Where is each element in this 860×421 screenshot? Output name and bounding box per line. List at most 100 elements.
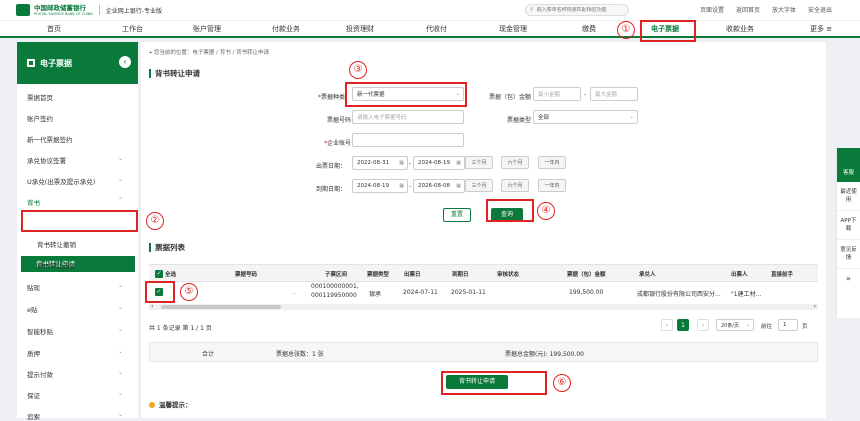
sidebar-item-acceptance-agreement[interactable]: 承兑协议签署 ⌄ [27,155,131,165]
chevron-down-icon: ⌄ [117,390,123,397]
feedback[interactable]: 意见反馈 [837,240,860,269]
issue-6-months[interactable]: 六个月 [501,156,529,169]
issue-1-year[interactable]: 一年内 [538,156,566,169]
col-amount: 票据（包）金额 [567,272,606,278]
col-issue-date: 出票日 [404,272,421,278]
sidebar-item-payment-prompt[interactable]: 提示付款 ⌄ [27,369,131,379]
annotation-box-endorse-apply [21,210,138,232]
prev-page-icon[interactable]: ‹ [661,319,673,331]
recent-used[interactable]: 最近使用 [837,182,860,211]
home-link[interactable]: 返回首页 [736,5,760,14]
sidebar-item-discount[interactable]: 贴现 ⌄ [27,282,131,292]
page-unit: 页 [802,324,808,330]
chevron-down-icon: ⌄ [117,326,123,333]
table-header: ✓ 全选 票据号码 子票区间 票据类型 出票日 到期日 审核状态 票据（包）金额… [149,264,818,282]
nav-collection[interactable]: 代收付 [426,24,447,34]
bank-logo-icon [16,4,30,16]
scroll-left-icon[interactable]: ‹ [151,303,153,310]
nav-workbench[interactable]: 工作台 [122,24,143,34]
calendar-icon: ▦ [399,183,404,189]
scroll-thumb[interactable] [161,305,281,309]
sidebar-item-endorse-cancel[interactable]: 背书转让撤销 [37,239,76,249]
col-bill-no: 票据号码 [235,272,258,278]
chevron-down-icon: ⌄ [745,322,750,328]
chevron-down-icon: ⌄ [117,369,123,376]
row-drawer: "1建工材... [731,291,762,298]
horizontal-scrollbar[interactable]: ‹ › [149,303,818,310]
bill-kind-select[interactable]: 全部 ⌄ [533,110,638,124]
customer-service[interactable]: 客服 [837,148,860,182]
due-date-to[interactable]: 2026-08-08 ▦ [413,179,465,193]
due-6-months[interactable]: 六个月 [501,179,529,192]
due-1-year[interactable]: 一年内 [538,179,566,192]
scroll-right-icon[interactable]: › [814,303,816,310]
nav-home[interactable]: 首页 [47,24,61,34]
page-settings-link[interactable]: 页面设置 [700,5,724,14]
col-prior-endorser: 直接前手 [771,272,794,278]
sidebar-item-guarantee[interactable]: 保证 ⌄ [27,390,131,400]
sidebar-item-smart-discount[interactable]: 智能秒贴 ⌄ [27,326,131,336]
due-3-months[interactable]: 三个月 [465,179,493,192]
chevron-down-icon: ⌄ [117,176,123,183]
sidebar-item-endorse[interactable]: 背书 ⌃ [27,197,131,207]
due-date-from[interactable]: 2024-08-19 ▦ [352,179,408,193]
sidebar-item-endorse-sign[interactable]: 背书转让签收 [37,260,76,270]
col-select-all: 全选 [165,272,177,278]
calendar-icon: ▦ [456,183,461,189]
row-bill-no: ... [291,289,297,296]
nav-payment[interactable]: 付款业务 [272,24,300,34]
zoom-font-link[interactable]: 放大字体 [772,5,796,14]
col-bill-type: 票据类型 [367,272,390,278]
sidebar-item-account-sign[interactable]: 账户签约 [27,113,53,123]
amount-min-input[interactable]: 最小金额 [533,87,581,101]
collapse-panel-icon[interactable]: » [837,269,860,289]
bill-kind-label: 票据类型 [506,117,531,124]
issue-date-from[interactable]: 2022-08-31 ▦ [352,156,408,170]
row-amount: 199,500.00 [569,289,604,296]
next-page-icon[interactable]: › [697,319,709,331]
menu-search-input[interactable] [536,7,627,13]
menu-search[interactable]: ⚲ [525,4,629,16]
per-page-select[interactable]: 20条/页 ⌄ [716,319,754,331]
select-all-checkbox[interactable]: ✓ [155,270,163,278]
app-download[interactable]: APP下载 [837,211,860,240]
sidebar-item-u-acceptance[interactable]: U承兑(出票及提示承兑) ⌄ [27,176,131,186]
col-drawer: 出票人 [731,272,748,278]
chevron-down-icon: ⌄ [117,155,123,162]
sidebar-item-new-bill-sign[interactable]: 新一代票据签约 [27,134,73,144]
goto-label: 前往 [761,324,773,330]
logout-link[interactable]: 安全退出 [808,5,832,14]
nav-more[interactable]: 更多 ≡ [810,24,832,34]
col-sub-range: 子票区间 [325,272,348,278]
sidebar-item-bill-home[interactable]: 票据首页 [27,92,53,102]
chevron-down-icon: ⌄ [117,348,123,355]
nav-fees[interactable]: 缴费 [582,24,596,34]
total-count: 票据总张数：1 张 [276,351,324,358]
account-select[interactable] [352,133,464,147]
bank-name: 中国邮政储蓄银行 [34,3,86,12]
nav-receipts[interactable]: 收款业务 [726,24,754,34]
lightbulb-icon [149,402,155,408]
bill-no-input[interactable]: 请输入电子票据号码 [352,110,464,124]
list-section-title: 票据列表 [149,242,185,253]
annotation-6: ⑥ [553,374,571,392]
nav-account[interactable]: 账户管理 [193,24,221,34]
bill-icon [27,59,35,67]
reset-button[interactable]: 重置 [443,208,471,222]
sidebar-item-pledge[interactable]: 质押 ⌄ [27,348,131,358]
issue-date-to[interactable]: 2024-08-19 ▦ [413,156,465,170]
calendar-icon: ▦ [399,160,404,166]
amount-max-input[interactable]: 最大金额 [590,87,638,101]
sidebar-item-recourse[interactable]: 追索 ⌄ [27,411,131,421]
nav-cash[interactable]: 现金管理 [499,24,527,34]
page-1[interactable]: 1 [677,319,689,331]
goto-page-input[interactable]: 1 [778,319,798,331]
collapse-sidebar-button[interactable]: ‹ [119,56,131,68]
top-bar: 中国邮政储蓄银行 POSTAL SAVINGS BANK OF CHINA 企业… [0,0,860,20]
annotation-box-e-bill [640,20,696,42]
nav-investment[interactable]: 投资理财 [346,24,374,34]
total-amount: 票据总金额(元): 199,500.00 [505,351,584,358]
issue-3-months[interactable]: 三个月 [465,156,493,169]
summary-bar: 合计 票据总张数：1 张 票据总金额(元): 199,500.00 [149,342,818,362]
sidebar-item-e-discount[interactable]: e贴 ⌄ [27,304,131,314]
